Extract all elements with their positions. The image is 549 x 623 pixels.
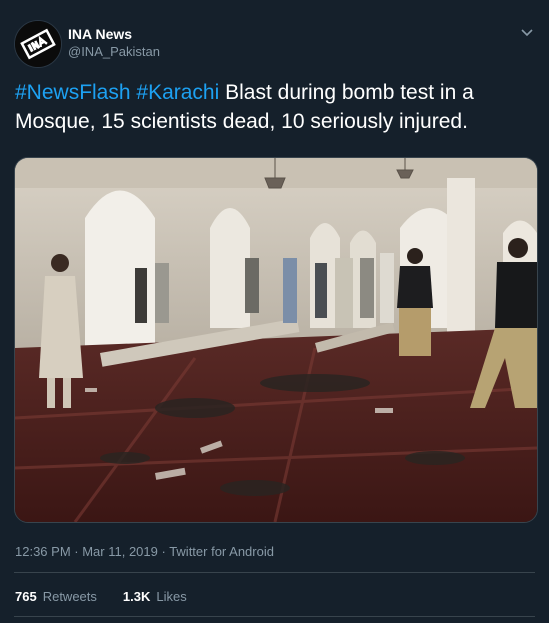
author-handle[interactable]: @INA_Pakistan xyxy=(68,44,160,59)
retweets-stat[interactable]: 765 Retweets xyxy=(15,589,97,604)
mosque-blast-photo xyxy=(15,158,537,522)
ina-logo-icon xyxy=(15,21,61,67)
meta-separator: · xyxy=(70,544,83,559)
tweet-time[interactable]: 12:36 PM xyxy=(15,544,71,559)
likes-count: 1.3K xyxy=(122,589,151,604)
divider xyxy=(14,572,535,573)
tweet-photo[interactable] xyxy=(14,157,538,523)
tweet-text: #NewsFlash #Karachi Blast during bomb te… xyxy=(15,78,535,136)
avatar[interactable] xyxy=(14,20,62,68)
tweet-meta: 12:36 PM · Mar 11, 2019 · Twitter for An… xyxy=(15,544,274,559)
retweets-label: Retweets xyxy=(42,589,97,604)
chevron-down-icon[interactable] xyxy=(517,22,537,42)
hashtag-newsflash[interactable]: #NewsFlash xyxy=(15,81,131,104)
hashtag-karachi[interactable]: #Karachi xyxy=(136,81,219,104)
tweet-date[interactable]: Mar 11, 2019 xyxy=(82,544,158,559)
likes-stat[interactable]: 1.3K Likes xyxy=(123,589,187,604)
tweet-stats: 765 Retweets 1.3K Likes xyxy=(15,589,187,604)
divider xyxy=(14,616,535,617)
author-name[interactable]: INA News xyxy=(68,26,132,42)
meta-separator: · xyxy=(157,544,170,559)
tweet-source[interactable]: Twitter for Android xyxy=(169,544,274,559)
likes-label: Likes xyxy=(156,589,187,604)
tweet-card: INA News @INA_Pakistan #NewsFlash #Karac… xyxy=(0,0,549,623)
retweets-count: 765 xyxy=(15,589,37,604)
